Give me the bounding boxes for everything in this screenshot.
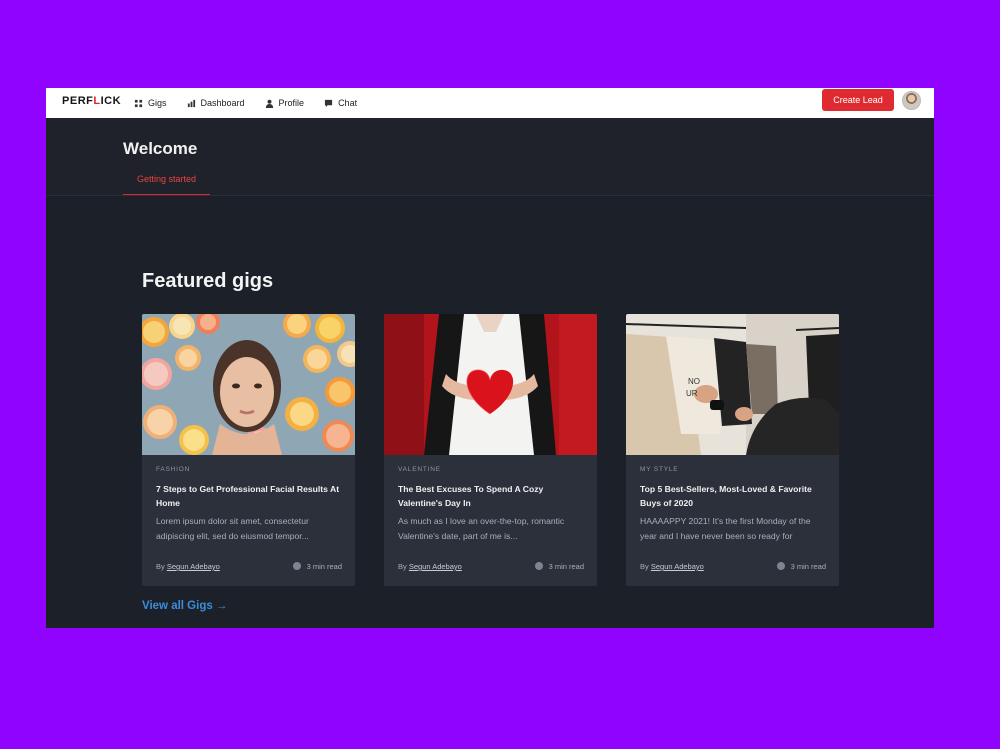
gig-category: FASHION xyxy=(156,466,191,473)
gig-excerpt: Lorem ipsum dolor sit amet, consectetur … xyxy=(156,516,309,541)
bar-chart-icon xyxy=(187,99,195,107)
gig-card[interactable]: NO UR MY STYLE Top 5 Best-Sellers, Most-… xyxy=(626,314,839,586)
nav-item-label: Chat xyxy=(338,98,358,108)
clock-icon xyxy=(776,562,785,570)
gig-meta: By Segun Adebayo 3 min read xyxy=(156,562,342,571)
chat-icon xyxy=(324,99,333,107)
nav-links: Gigs Dashboard Profile Chat xyxy=(134,88,377,118)
gig-category: VALENTINE xyxy=(398,466,441,473)
gig-card-image-clothing-rack: NO UR xyxy=(626,314,839,455)
read-time-label: 3 min read xyxy=(306,562,342,571)
read-time: 3 min read xyxy=(534,562,584,571)
app-window: PERFLICK Gigs Dashboard Profile Chat Cre… xyxy=(46,88,934,628)
author-link[interactable]: Segun Adebayo xyxy=(651,562,704,571)
by-label: By xyxy=(398,562,407,571)
svg-text:NO: NO xyxy=(688,377,700,386)
create-lead-button[interactable]: Create Lead xyxy=(822,89,894,111)
nav-item-chat[interactable]: Chat xyxy=(324,98,357,108)
nav-item-label: Dashboard xyxy=(200,98,245,108)
by-label: By xyxy=(156,562,165,571)
read-time: 3 min read xyxy=(292,562,342,571)
svg-text:UR: UR xyxy=(686,389,698,398)
tab-getting-started[interactable]: Getting started xyxy=(123,170,210,195)
gig-title[interactable]: The Best Excuses To Spend A Cozy Valenti… xyxy=(398,482,584,510)
nav-item-label: Profile xyxy=(278,98,305,108)
gig-title[interactable]: 7 Steps to Get Professional Facial Resul… xyxy=(156,482,342,510)
gig-excerpt: As much as I love an over-the-top, roman… xyxy=(398,516,565,541)
gig-card-image-heart xyxy=(384,314,597,455)
gig-card[interactable]: VALENTINE The Best Excuses To Spend A Co… xyxy=(384,314,597,586)
section-title: Featured gigs xyxy=(142,270,274,292)
user-avatar[interactable] xyxy=(902,91,921,110)
author-link[interactable]: Segun Adebayo xyxy=(409,562,462,571)
clock-icon xyxy=(292,562,301,570)
read-time-label: 3 min read xyxy=(548,562,584,571)
read-time-label: 3 min read xyxy=(790,562,826,571)
read-time: 3 min read xyxy=(776,562,826,571)
gig-meta: By Segun Adebayo 3 min read xyxy=(398,562,584,571)
gig-meta: By Segun Adebayo 3 min read xyxy=(640,562,826,571)
nav-item-label: Gigs xyxy=(148,98,167,108)
gig-category: MY STYLE xyxy=(640,466,679,473)
clock-icon xyxy=(534,562,543,570)
gig-card[interactable]: FASHION 7 Steps to Get Professional Faci… xyxy=(142,314,355,586)
user-icon xyxy=(265,99,273,108)
author-link[interactable]: Segun Adebayo xyxy=(167,562,220,571)
top-navbar: PERFLICK Gigs Dashboard Profile Chat Cre… xyxy=(46,88,934,119)
welcome-header: Welcome Getting started xyxy=(46,118,934,196)
grid-icon xyxy=(134,99,143,107)
perflick-logo[interactable]: PERFLICK xyxy=(62,95,121,107)
gig-card-image-face-citrus xyxy=(142,314,355,455)
page-title: Welcome xyxy=(123,139,198,158)
nav-item-gigs[interactable]: Gigs xyxy=(134,98,167,108)
by-label: By xyxy=(640,562,649,571)
gig-title[interactable]: Top 5 Best-Sellers, Most-Loved & Favorit… xyxy=(640,482,826,510)
nav-item-dashboard[interactable]: Dashboard xyxy=(187,98,245,108)
view-all-gigs-link[interactable]: View all Gigs → xyxy=(142,600,227,612)
nav-item-profile[interactable]: Profile xyxy=(265,98,305,108)
main-content: Featured gigs FASHION 7 Steps to Get Pro… xyxy=(46,196,934,628)
gig-excerpt: HAAAAPPY 2021! It's the first Monday of … xyxy=(640,516,811,541)
